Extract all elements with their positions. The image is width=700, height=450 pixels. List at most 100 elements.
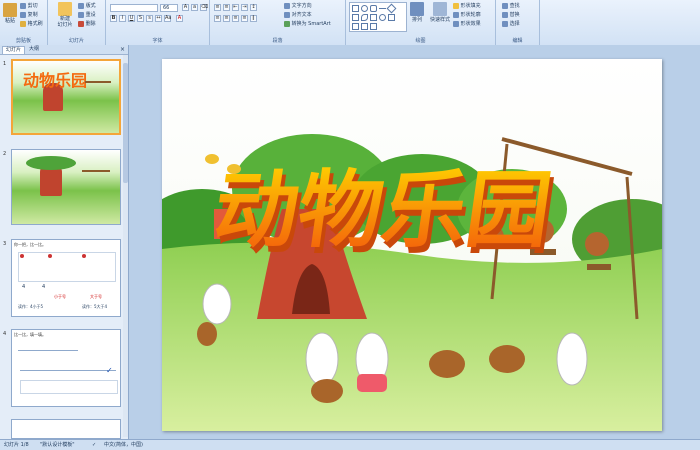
tab-slides[interactable]: 幻灯片 (2, 46, 26, 54)
slide-thumbnail-3[interactable]: 你一把，比一比。 4 4 小于号 大于号 读作：4小于5 读作：5大于4 (11, 239, 121, 317)
underline-icon[interactable]: U (128, 15, 135, 22)
tab-outline[interactable]: 大纲 (26, 46, 42, 53)
find-button[interactable]: 查找 (502, 2, 520, 9)
bullets-icon[interactable]: ≡ (214, 4, 221, 11)
rect-shape-icon[interactable] (352, 5, 359, 12)
editing-label: 编辑 (512, 38, 523, 44)
callout-shape-icon[interactable] (361, 23, 368, 30)
slide-thumbnail-2[interactable] (11, 149, 121, 225)
delete-icon (78, 20, 84, 27)
strikethrough-icon[interactable]: S (137, 15, 144, 22)
justify-icon[interactable]: ≡ (241, 15, 248, 22)
bold-icon[interactable]: B (110, 15, 117, 22)
shapes-gallery[interactable] (349, 2, 407, 32)
curve-shape-icon[interactable] (361, 14, 368, 21)
shrink-font-icon[interactable]: a (191, 4, 198, 11)
outline-icon (453, 11, 459, 18)
font-color-icon[interactable]: A (176, 15, 183, 22)
align-right-icon[interactable]: ≡ (232, 15, 239, 22)
slide-title[interactable]: 动物乐园 (208, 160, 558, 259)
decrease-indent-icon[interactable]: ⇤ (232, 4, 239, 11)
editing-group: 查找 替换 选择 编辑 (496, 0, 540, 45)
copy-icon (20, 11, 26, 18)
slide-thumbnail-4[interactable]: 比一比，填一填。 ✓ (11, 329, 121, 407)
shape-fill-button[interactable]: 形状填充 (453, 2, 481, 9)
close-panel-icon[interactable]: × (120, 46, 125, 53)
font-size-combo[interactable]: 66 (160, 4, 178, 12)
char-spacing-icon[interactable]: ↔ (155, 15, 162, 22)
rounded-rect-shape-icon[interactable] (370, 5, 377, 12)
select-button[interactable]: 选择 (502, 20, 520, 27)
shape-effects-button[interactable]: 形状效果 (453, 20, 481, 27)
panel-tabs: 幻灯片 大纲 × (0, 45, 128, 55)
smartart-icon (284, 20, 290, 27)
brace-shape-icon[interactable] (370, 23, 377, 30)
drawing-group: 排列 快速样式 形状填充 形状轮廓 形状效果 绘图 (346, 0, 496, 45)
slide[interactable]: 动物乐园 动物乐园 (162, 59, 662, 431)
ribbon: 粘贴 剪切 复制 格式刷 剪贴板 新建 幻灯片 版式 重设 删除 幻灯片 66 … (0, 0, 700, 46)
format-painter-button[interactable]: 格式刷 (20, 20, 43, 27)
slide-thumbnail-5[interactable] (11, 419, 121, 439)
reset-icon (78, 11, 84, 18)
align-text-button[interactable]: 对齐文本 (284, 11, 312, 18)
scissors-icon (20, 2, 26, 9)
slide-canvas: 动物乐园 动物乐园 (129, 45, 700, 439)
clear-format-icon[interactable]: ⌫ (200, 4, 208, 11)
font-group: 66 A a ⌫ B I U S s ↔ Aa A 字体 (106, 0, 210, 45)
italic-icon[interactable]: I (119, 15, 126, 22)
brush-icon (20, 20, 26, 27)
quick-styles-button[interactable]: 快速样式 (429, 2, 451, 23)
copy-button[interactable]: 复制 (20, 11, 38, 18)
shape-outline-button[interactable]: 形状轮廓 (453, 11, 481, 18)
textbox-shape-icon[interactable] (352, 14, 359, 21)
arrange-icon (410, 2, 424, 16)
diamond-shape-icon[interactable] (386, 3, 397, 14)
numbering-icon[interactable]: ≡ (223, 4, 230, 11)
paragraph-group: ≡ ≡ ⇤ ⇥ ↕ ≡ ≡ ≡ ≡ ∥ 文字方向 对齐文本 转换为 SmartA… (210, 0, 346, 45)
paste-icon (3, 3, 17, 17)
new-slide-button[interactable]: 新建 幻灯片 (55, 2, 75, 28)
slide-thumbnail-1[interactable]: 动物乐园 (11, 59, 121, 135)
increase-indent-icon[interactable]: ⇥ (241, 4, 248, 11)
paragraph-label: 段落 (272, 38, 283, 44)
arrange-button[interactable]: 排列 (409, 2, 425, 23)
change-case-icon[interactable]: Aa (164, 15, 171, 22)
replace-button[interactable]: 替换 (502, 11, 520, 18)
align-center-icon[interactable]: ≡ (223, 15, 230, 22)
reset-button[interactable]: 重设 (78, 11, 96, 18)
text-direction-button[interactable]: 文字方向 (284, 2, 312, 9)
star-shape-icon[interactable] (388, 14, 395, 21)
shadow-icon[interactable]: s (146, 15, 153, 22)
slides-panel: 幻灯片 大纲 × 1 动物乐园 2 3 你一把，比一比。 4 4 小于号 大于号… (0, 45, 129, 439)
slides-label: 幻灯片 (68, 38, 84, 44)
delete-button[interactable]: 删除 (78, 20, 96, 27)
thumb-number: 3 (3, 241, 7, 247)
slide-illustration: 动物乐园 动物乐园 (162, 59, 662, 431)
circle-shape-icon[interactable] (379, 14, 386, 21)
drawing-label: 绘图 (415, 38, 426, 44)
columns-icon[interactable]: ∥ (250, 15, 257, 22)
cursor-icon (502, 20, 508, 27)
triangle-shape-icon[interactable] (352, 23, 359, 30)
layout-button[interactable]: 版式 (78, 2, 96, 9)
arrow-shape-icon[interactable] (370, 14, 377, 21)
status-bar: 幻灯片 1/8 "默认设计模板" ✓ 中文(简体，中国) (0, 439, 700, 450)
cut-button[interactable]: 剪切 (20, 2, 38, 9)
paste-button[interactable]: 粘贴 (3, 3, 17, 24)
line-spacing-icon[interactable]: ↕ (250, 4, 257, 11)
scrollbar-thumb[interactable] (123, 63, 128, 183)
thumb-number: 4 (3, 331, 7, 337)
thumb-number: 2 (3, 151, 7, 157)
thumb-title: 动物乐园 (23, 71, 88, 90)
thumb-number: 1 (3, 61, 7, 67)
oval-shape-icon[interactable] (361, 5, 368, 12)
clipboard-label: 剪贴板 (15, 38, 31, 44)
align-left-icon[interactable]: ≡ (214, 15, 221, 22)
font-name-combo[interactable] (110, 4, 158, 12)
smartart-button[interactable]: 转换为 SmartArt (284, 20, 331, 27)
quick-styles-icon (433, 2, 447, 16)
new-slide-icon (58, 2, 72, 16)
grow-font-icon[interactable]: A (182, 4, 189, 11)
panel-scrollbar[interactable] (123, 55, 128, 437)
checkmark-icon: ✓ (106, 366, 113, 375)
